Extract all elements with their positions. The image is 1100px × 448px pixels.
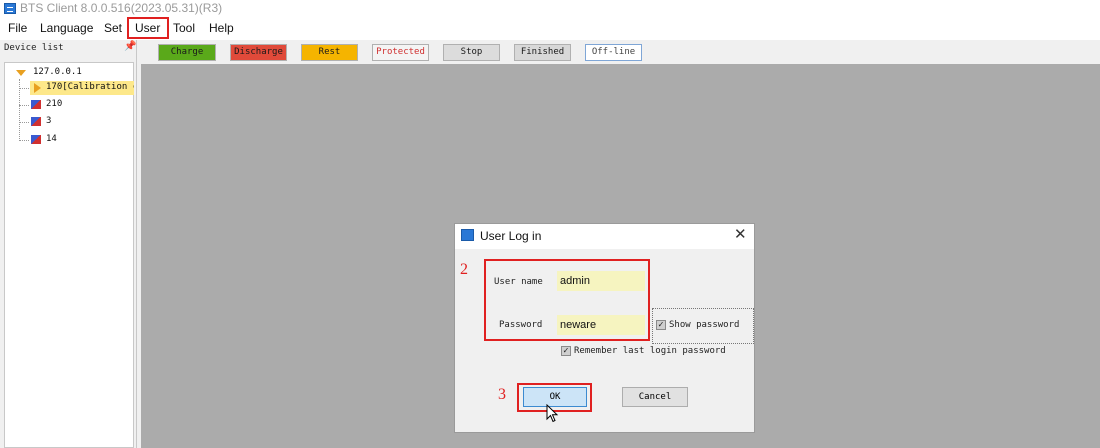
device-offline-icon bbox=[31, 117, 41, 126]
status-protected: Protected bbox=[372, 44, 429, 61]
dialog-app-icon bbox=[461, 229, 474, 241]
device-list-title: Device list bbox=[4, 43, 64, 53]
tree-connector bbox=[19, 122, 29, 123]
mouse-cursor-icon bbox=[546, 404, 559, 423]
status-rest: Rest bbox=[301, 44, 358, 61]
status-charge: Charge bbox=[158, 44, 216, 61]
device-offline-icon bbox=[31, 135, 41, 144]
tree-connector bbox=[19, 105, 29, 106]
app-icon bbox=[4, 3, 16, 14]
device-play-icon bbox=[34, 83, 41, 93]
status-stop: Stop bbox=[443, 44, 500, 61]
menu-language[interactable]: Language bbox=[40, 21, 93, 35]
cancel-button[interactable]: Cancel bbox=[622, 387, 688, 407]
username-field[interactable] bbox=[557, 271, 645, 291]
status-discharge: Discharge bbox=[230, 44, 287, 61]
tree-item-device-170[interactable]: 170[Calibration c bbox=[46, 82, 134, 92]
tree-connector bbox=[19, 140, 29, 141]
password-field[interactable] bbox=[557, 315, 645, 335]
menu-help[interactable]: Help bbox=[209, 21, 234, 35]
expanded-arrow-icon[interactable] bbox=[16, 70, 26, 76]
menu-file[interactable]: File bbox=[8, 21, 27, 35]
tree-root-node[interactable]: 127.0.0.1 bbox=[33, 67, 82, 77]
status-offline: Off-line bbox=[585, 44, 642, 61]
username-label: User name bbox=[494, 277, 543, 287]
tree-connector bbox=[19, 88, 29, 89]
menu-tool[interactable]: Tool bbox=[173, 21, 195, 35]
annotation-box-user bbox=[127, 17, 169, 39]
show-password-checkbox[interactable]: ✓ bbox=[656, 320, 666, 330]
tree-item-device-3[interactable]: 3 bbox=[46, 116, 51, 126]
window-title: BTS Client 8.0.0.516(2023.05.31)(R3) bbox=[20, 1, 223, 15]
remember-password-label[interactable]: Remember last login password bbox=[574, 346, 726, 356]
device-offline-icon bbox=[31, 100, 41, 109]
close-icon[interactable]: ✕ bbox=[734, 226, 747, 244]
pin-icon[interactable]: 📌 bbox=[124, 41, 136, 52]
status-finished: Finished bbox=[514, 44, 571, 61]
remember-password-checkbox[interactable]: ✓ bbox=[561, 346, 571, 356]
show-password-label[interactable]: Show password bbox=[669, 320, 739, 330]
annotation-label-3: 3 bbox=[498, 386, 506, 403]
tree-item-device-210[interactable]: 210 bbox=[46, 99, 62, 109]
annotation-label-2: 2 bbox=[460, 261, 468, 278]
device-tree[interactable] bbox=[4, 62, 134, 448]
tree-item-device-14[interactable]: 14 bbox=[46, 134, 57, 144]
dialog-title: User Log in bbox=[480, 229, 542, 243]
password-label: Password bbox=[499, 320, 543, 330]
menu-set[interactable]: Set bbox=[104, 21, 122, 35]
